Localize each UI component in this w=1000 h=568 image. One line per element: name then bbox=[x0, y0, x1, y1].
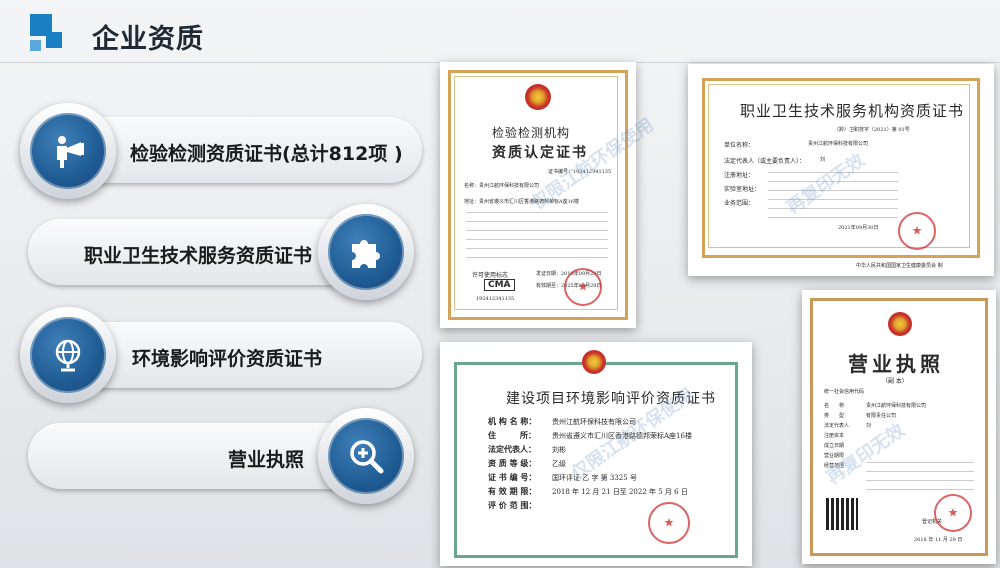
menu-item-label: 环境影响评价资质证书 bbox=[132, 348, 323, 370]
qr-code-icon bbox=[826, 498, 858, 530]
magnify-plus-icon bbox=[350, 440, 384, 474]
national-emblem-icon bbox=[888, 312, 912, 336]
puzzle-icon bbox=[352, 240, 380, 268]
menu-item-label: 营业执照 bbox=[228, 449, 305, 471]
red-seal-icon bbox=[934, 494, 972, 532]
red-seal-icon bbox=[898, 212, 936, 250]
menu-item-label: 检验检测资质证书(总计812项 ) bbox=[130, 143, 403, 165]
person-presentation-icon bbox=[57, 136, 84, 168]
globe-icon bbox=[55, 339, 81, 372]
red-seal-icon bbox=[564, 268, 602, 306]
menu-item-label: 职业卫生技术服务资质证书 bbox=[84, 245, 313, 267]
national-emblem-icon bbox=[525, 84, 551, 110]
national-emblem-icon bbox=[582, 350, 606, 374]
red-seal-icon bbox=[648, 502, 690, 544]
page-title: 企业资质 bbox=[92, 24, 204, 55]
